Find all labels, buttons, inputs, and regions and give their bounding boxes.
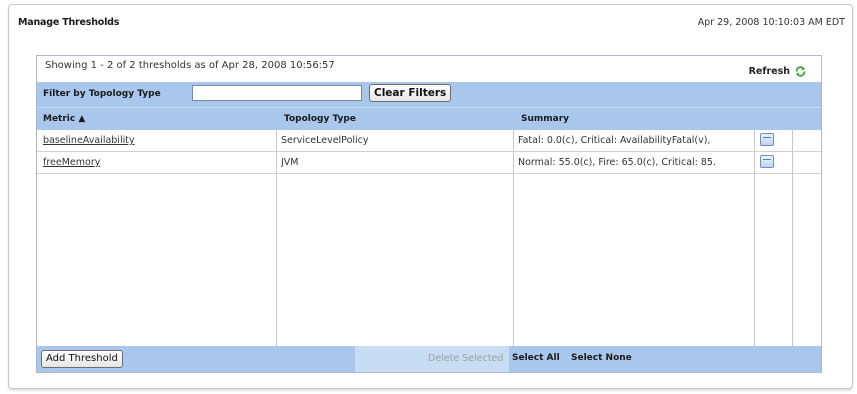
refresh-button[interactable]: Refresh xyxy=(749,65,807,78)
filter-label: Filter by Topology Type xyxy=(43,89,161,99)
select-none-link[interactable]: Select None xyxy=(571,353,632,363)
summary-cell: Normal: 55.0(c), Fire: 65.0(c), Critical… xyxy=(518,157,716,168)
column-header-summary[interactable]: Summary xyxy=(521,114,569,124)
refresh-icon xyxy=(795,66,806,77)
edit-icon[interactable] xyxy=(760,133,774,146)
summary-cell: Fatal: 0.0(c), Critical: AvailabilityFat… xyxy=(518,135,711,146)
table-footer: Add Threshold Delete Selected Select All… xyxy=(37,346,821,372)
showing-bar: Showing 1 - 2 of 2 thresholds as of Apr … xyxy=(37,56,821,83)
page-timestamp: Apr 29, 2008 10:10:03 AM EDT xyxy=(697,17,845,28)
thresholds-table: baselineAvailability ServiceLevelPolicy … xyxy=(37,129,821,346)
table-row[interactable]: baselineAvailability ServiceLevelPolicy … xyxy=(37,129,821,152)
topology-filter-input[interactable] xyxy=(192,85,362,101)
topology-cell: ServiceLevelPolicy xyxy=(281,135,369,146)
filter-bar: Filter by Topology Type Clear Filters xyxy=(37,82,821,107)
table-header: Metric ▲ Topology Type Summary xyxy=(37,107,821,130)
refresh-label: Refresh xyxy=(748,66,790,77)
clear-filters-button[interactable]: Clear Filters xyxy=(369,84,452,102)
table-row[interactable]: freeMemory JVM Normal: 55.0(c), Fire: 65… xyxy=(37,151,821,174)
metric-link[interactable]: baselineAvailability xyxy=(43,135,135,146)
topology-cell: JVM xyxy=(281,157,299,168)
select-all-link[interactable]: Select All xyxy=(512,353,560,363)
delete-selected-button[interactable]: Delete Selected xyxy=(428,353,503,364)
showing-count-text: Showing 1 - 2 of 2 thresholds as of Apr … xyxy=(45,60,335,71)
page-title: Manage Thresholds xyxy=(18,17,120,28)
edit-icon[interactable] xyxy=(760,155,774,168)
column-header-metric-label: Metric ▲ xyxy=(43,114,86,124)
column-header-topology-type[interactable]: Topology Type xyxy=(284,114,356,124)
add-threshold-button[interactable]: Add Threshold xyxy=(41,350,123,368)
thresholds-panel: Showing 1 - 2 of 2 thresholds as of Apr … xyxy=(36,55,822,373)
column-header-metric[interactable]: Metric ▲ xyxy=(43,114,85,124)
metric-link[interactable]: freeMemory xyxy=(43,157,100,168)
